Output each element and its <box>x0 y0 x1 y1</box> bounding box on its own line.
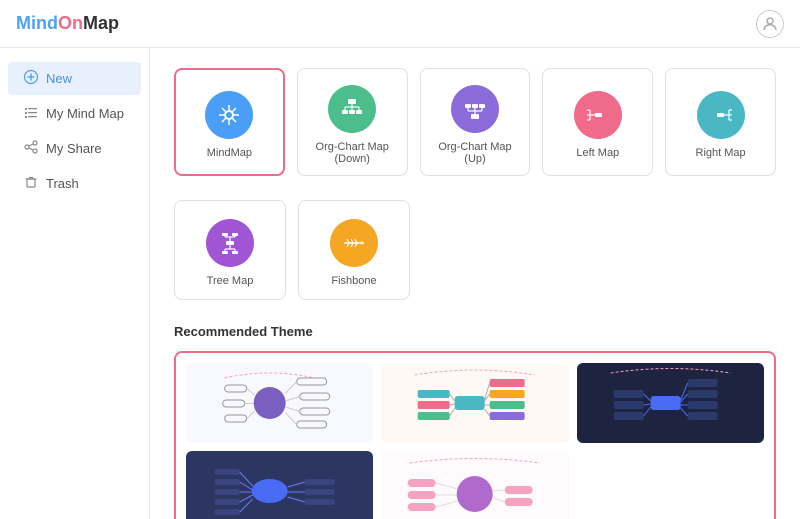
theme-grid <box>174 351 776 519</box>
right-map-label: Right Map <box>696 147 746 159</box>
sidebar-item-my-share[interactable]: My Share <box>8 132 141 165</box>
map-card-org-chart-down[interactable]: Org-Chart Map (Down) <box>297 68 408 176</box>
theme-card-2[interactable] <box>381 363 568 443</box>
right-map-icon <box>697 91 745 139</box>
recommended-section: Recommended Theme <box>174 324 776 519</box>
sidebar-item-new[interactable]: New <box>8 62 141 95</box>
theme-card-5[interactable] <box>381 451 568 519</box>
logo-on: On <box>58 13 83 34</box>
header: MindOnMap <box>0 0 800 48</box>
trash-icon <box>24 175 38 192</box>
logo-map: Map <box>83 13 119 34</box>
sidebar-trash-label: Trash <box>46 176 79 191</box>
org-chart-down-icon <box>328 85 376 133</box>
map-card-tree-map[interactable]: Tree Map <box>174 200 286 300</box>
sidebar-my-share-label: My Share <box>46 141 102 156</box>
theme-card-1[interactable] <box>186 363 373 443</box>
main-content: MindMap Org-C <box>150 48 800 519</box>
map-type-grid-row1: MindMap Org-C <box>174 68 776 176</box>
map-type-grid-row2: Tree Map Fishbone <box>174 200 776 300</box>
plus-icon <box>24 70 38 87</box>
map-card-mindmap[interactable]: MindMap <box>174 68 285 176</box>
tree-map-label: Tree Map <box>207 275 254 287</box>
list-icon <box>24 105 38 122</box>
mindmap-icon <box>205 91 253 139</box>
fishbone-label: Fishbone <box>331 275 376 287</box>
mindmap-label: MindMap <box>207 147 252 159</box>
user-avatar[interactable] <box>756 10 784 38</box>
map-card-right-map[interactable]: Right Map <box>665 68 776 176</box>
theme-card-3[interactable] <box>577 363 764 443</box>
layout: New My Mind Map <box>0 48 800 519</box>
sidebar-item-my-mind-map[interactable]: My Mind Map <box>8 97 141 130</box>
map-card-fishbone[interactable]: Fishbone <box>298 200 410 300</box>
tree-map-icon <box>206 219 254 267</box>
map-card-org-chart-up[interactable]: Org-Chart Map (Up) <box>420 68 531 176</box>
logo-mind: Mind <box>16 13 58 34</box>
org-chart-down-label: Org-Chart Map (Down) <box>306 141 399 165</box>
map-card-left-map[interactable]: Left Map <box>542 68 653 176</box>
fishbone-icon <box>330 219 378 267</box>
sidebar-new-label: New <box>46 71 72 86</box>
left-map-icon <box>574 91 622 139</box>
theme-card-4[interactable] <box>186 451 373 519</box>
share-icon <box>24 140 38 157</box>
sidebar-my-mind-map-label: My Mind Map <box>46 106 124 121</box>
org-chart-up-icon <box>451 85 499 133</box>
sidebar-item-trash[interactable]: Trash <box>8 167 141 200</box>
org-chart-up-label: Org-Chart Map (Up) <box>429 141 522 165</box>
sidebar: New My Mind Map <box>0 48 150 519</box>
logo: MindOnMap <box>16 13 119 34</box>
recommended-title: Recommended Theme <box>174 324 776 339</box>
left-map-label: Left Map <box>576 147 619 159</box>
